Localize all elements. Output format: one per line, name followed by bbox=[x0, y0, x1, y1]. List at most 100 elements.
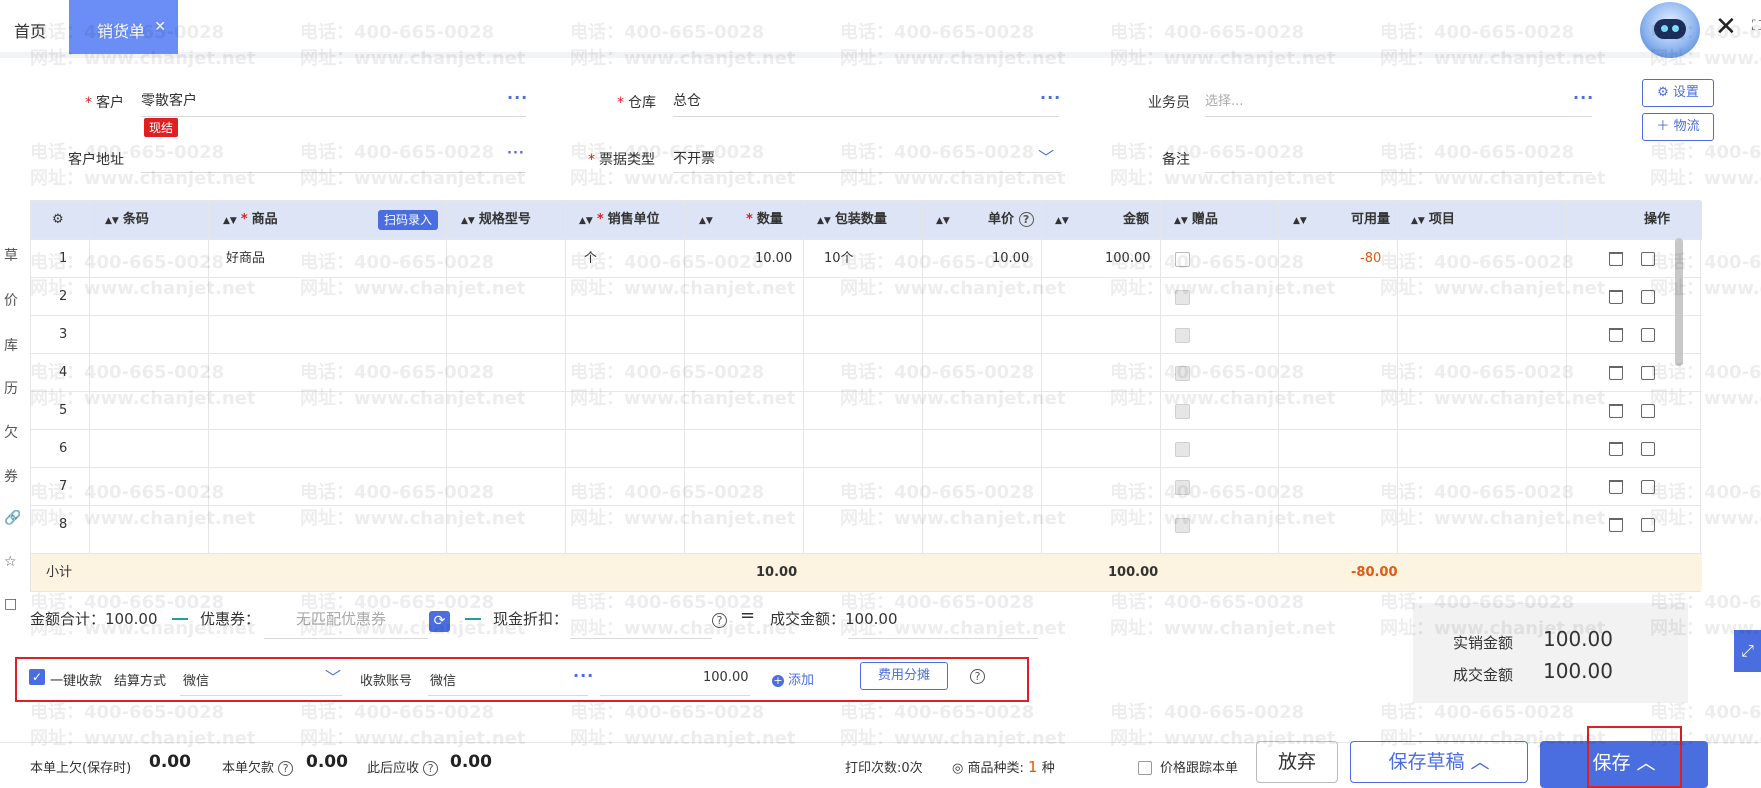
warehouse-value[interactable]: 总仓 bbox=[673, 90, 701, 110]
table-scrollbar[interactable] bbox=[1675, 238, 1683, 366]
copy-row-icon[interactable] bbox=[1641, 404, 1655, 418]
th-project[interactable]: ▲▼ 项目 bbox=[1411, 201, 1455, 239]
th-available-sort[interactable]: ▲▼ bbox=[1293, 201, 1311, 239]
delete-icon[interactable] bbox=[1609, 442, 1623, 456]
copy-row-icon[interactable] bbox=[1641, 442, 1655, 456]
star-icon[interactable]: ☆ bbox=[4, 554, 20, 576]
th-qty[interactable]: * 数量 bbox=[746, 201, 783, 239]
side-tool-coupon[interactable]: 券 bbox=[4, 466, 20, 488]
tab-bar: 首页 销货单 ✕ ✕ ⛶ bbox=[0, 0, 1761, 58]
customer-more-icon[interactable]: ··· bbox=[507, 88, 528, 107]
column-settings-icon[interactable]: ⚙ bbox=[52, 201, 64, 239]
gift-checkbox[interactable] bbox=[1175, 252, 1190, 267]
close-tab-icon[interactable]: ✕ bbox=[154, 19, 166, 35]
settle-method-value[interactable]: 微信 bbox=[183, 670, 209, 689]
note-underline[interactable] bbox=[1205, 172, 1592, 173]
th-available[interactable]: 可用量 bbox=[1351, 201, 1390, 239]
account-more-icon[interactable]: ··· bbox=[573, 666, 594, 685]
side-tool-debt[interactable]: 欠 bbox=[4, 422, 20, 444]
address-more-icon[interactable]: ··· bbox=[507, 146, 525, 161]
gift-checkbox bbox=[1175, 442, 1190, 457]
copy-row-icon[interactable] bbox=[1641, 290, 1655, 304]
quick-collect-checkbox[interactable]: ✓ bbox=[29, 669, 45, 685]
th-qty-sort[interactable]: ▲▼ bbox=[699, 201, 717, 239]
help-icon[interactable]: ? bbox=[278, 761, 294, 776]
assistant-robot-icon[interactable] bbox=[1640, 2, 1700, 58]
table-row[interactable]: 7 bbox=[31, 467, 1702, 505]
delete-icon[interactable] bbox=[1609, 518, 1623, 532]
table-row[interactable]: 1 好商品 个 10.00 10个 10.00 100.00 -80 bbox=[31, 239, 1702, 277]
refresh-icon[interactable]: ⟳ bbox=[429, 611, 450, 632]
unit-cell[interactable]: 个 bbox=[584, 240, 597, 278]
tab-sales-order[interactable]: 销货单 ✕ bbox=[69, 0, 178, 54]
delete-icon[interactable] bbox=[1609, 480, 1623, 494]
cash-discount-input[interactable] bbox=[570, 638, 712, 639]
delete-icon[interactable] bbox=[1609, 328, 1623, 342]
sum-total: 金额合计：100.00 bbox=[30, 610, 158, 628]
help-icon[interactable]: ? bbox=[712, 613, 727, 628]
account-value[interactable]: 微信 bbox=[430, 670, 456, 689]
side-tool-draft[interactable]: 草 bbox=[4, 245, 20, 267]
amount-cell[interactable]: 100.00 bbox=[1105, 240, 1151, 278]
logistics-button[interactable]: ＋ 物流 bbox=[1642, 113, 1714, 141]
delete-icon[interactable] bbox=[1609, 252, 1623, 266]
link-icon[interactable]: 🔗 bbox=[4, 510, 20, 532]
copy-row-icon[interactable] bbox=[1641, 328, 1655, 342]
copy-row-icon[interactable] bbox=[1641, 518, 1655, 532]
discard-button[interactable]: 放弃 bbox=[1256, 741, 1338, 783]
customer-value[interactable]: 零散客户 bbox=[141, 90, 197, 110]
th-spec[interactable]: ▲▼ 规格型号 bbox=[461, 201, 531, 239]
table-row[interactable]: 6 bbox=[31, 429, 1702, 467]
table-row[interactable]: 5 bbox=[31, 391, 1702, 429]
delete-icon[interactable] bbox=[1609, 404, 1623, 418]
warehouse-more-icon[interactable]: ··· bbox=[1040, 88, 1061, 107]
copy-row-icon[interactable] bbox=[1641, 480, 1655, 494]
chevron-down-icon[interactable]: ﹀ bbox=[325, 664, 341, 688]
price-track-checkbox[interactable] bbox=[1138, 761, 1152, 775]
cost-allocation-button[interactable]: 费用分摊 bbox=[860, 662, 948, 690]
side-tool-price[interactable]: 价 bbox=[4, 290, 20, 312]
table-row[interactable]: 8 bbox=[31, 505, 1702, 543]
th-barcode[interactable]: ▲▼ 条码 bbox=[105, 201, 149, 239]
add-payment-link[interactable]: + 添加 bbox=[772, 669, 814, 688]
delete-icon[interactable] bbox=[1609, 290, 1623, 304]
qty-cell[interactable]: 10.00 bbox=[755, 240, 792, 278]
copy-row-icon[interactable] bbox=[1641, 366, 1655, 380]
salesperson-input[interactable]: 选择... bbox=[1205, 90, 1243, 109]
copy-row-icon[interactable] bbox=[1641, 252, 1655, 266]
tab-home[interactable]: 首页 bbox=[14, 18, 46, 42]
th-pack-qty[interactable]: ▲▼ 包装数量 bbox=[817, 201, 887, 239]
delete-icon[interactable] bbox=[1609, 366, 1623, 380]
th-price-sort[interactable]: ▲▼ bbox=[936, 201, 954, 239]
payment-amount[interactable]: 100.00 bbox=[703, 670, 749, 685]
table-row[interactable]: 4 bbox=[31, 353, 1702, 391]
pack-qty-cell[interactable]: 10个 bbox=[824, 240, 854, 278]
th-gift[interactable]: ▲▼ 赠品 bbox=[1174, 201, 1218, 239]
coupon-input[interactable]: 无匹配优惠券 bbox=[296, 608, 386, 629]
side-tool-history[interactable]: 历 bbox=[4, 378, 20, 400]
help-icon[interactable]: ? bbox=[970, 669, 985, 684]
th-amount[interactable]: 金额 bbox=[1123, 201, 1149, 239]
table-row[interactable]: 2 bbox=[31, 277, 1702, 315]
salesperson-more-icon[interactable]: ··· bbox=[1573, 88, 1594, 107]
th-price[interactable]: 单价 ? bbox=[988, 201, 1034, 239]
scan-entry-button[interactable]: 扫码录入 bbox=[378, 210, 439, 230]
coupon-underline bbox=[264, 638, 428, 639]
side-tool-stock[interactable]: 库 bbox=[4, 335, 20, 357]
expand-icon[interactable]: ⤢ bbox=[1734, 630, 1761, 672]
fullscreen-icon[interactable]: ⛶ bbox=[1752, 18, 1761, 34]
th-unit[interactable]: ▲▼ * 销售单位 bbox=[579, 201, 660, 239]
close-window-icon[interactable]: ✕ bbox=[1715, 12, 1737, 42]
chevron-down-icon[interactable]: ﹀ bbox=[1038, 144, 1054, 168]
product-cell[interactable]: 好商品 bbox=[226, 240, 265, 278]
save-draft-button[interactable]: 保存草稿 ︿ bbox=[1350, 741, 1528, 783]
price-cell[interactable]: 10.00 bbox=[992, 240, 1029, 278]
invoice-type-value[interactable]: 不开票 bbox=[673, 148, 715, 168]
th-amount-sort[interactable]: ▲▼ bbox=[1055, 201, 1073, 239]
settings-button[interactable]: ⚙ 设置 bbox=[1642, 79, 1714, 107]
th-product[interactable]: ▲▼ * 商品 bbox=[223, 201, 278, 239]
table-row[interactable]: 3 bbox=[31, 315, 1702, 353]
help-icon[interactable]: ? bbox=[423, 761, 439, 776]
help-icon[interactable]: ? bbox=[1018, 212, 1034, 227]
message-icon[interactable]: □ bbox=[4, 596, 20, 618]
